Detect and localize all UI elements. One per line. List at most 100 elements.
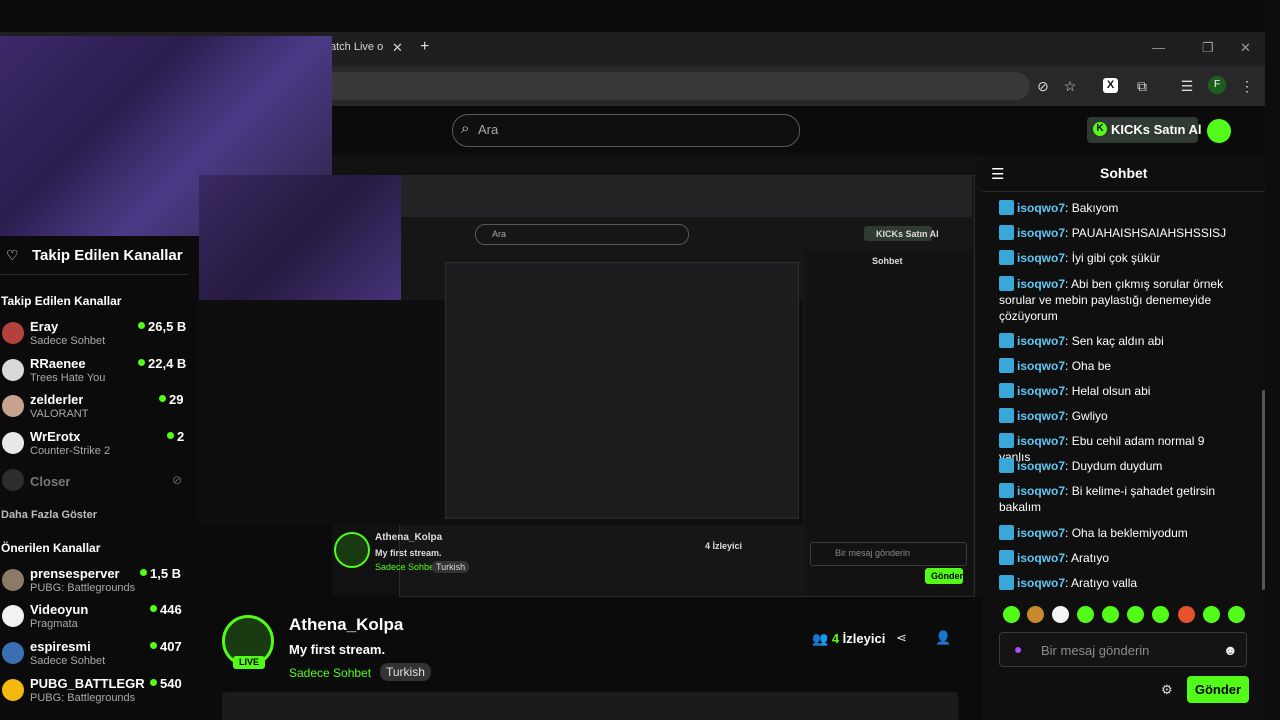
channel-name[interactable]: PUBG_BATTLEGR... [30,676,145,691]
channel-avatar[interactable] [2,322,24,344]
chat-username[interactable]: isoqwo7 [1017,484,1065,498]
viewer-count: 26,5 B [148,319,187,334]
chat-username[interactable]: isoqwo7 [1017,334,1065,348]
viewer-label: İzleyici [842,631,886,646]
collapse-chat-icon[interactable]: ☰ [991,165,1004,183]
channel-category: PUBG: Battlegrounds [30,692,136,704]
chat-username[interactable]: isoqwo7 [1017,526,1065,540]
extension-x-icon[interactable]: X [1103,78,1118,93]
emote-icon[interactable] [1127,606,1144,623]
nested-stream-title: My first stream. [375,548,442,558]
chat-username[interactable]: isoqwo7 [1017,551,1065,565]
chat-title: Sohbet [1100,165,1148,181]
nested-viewers: 4 İzleyici [705,541,743,551]
emote-icon[interactable] [1003,606,1020,623]
chat-username[interactable]: isoqwo7 [1017,201,1065,215]
channel-avatar[interactable] [2,642,24,664]
chat-text: Helal olsun abi [1071,384,1151,398]
chat-text: Sen kaç aldın abi [1071,334,1164,348]
chat-text: Duydum duydum [1071,459,1163,473]
emote-icon[interactable] [1228,606,1245,623]
live-dot-icon [150,642,157,649]
chat-username[interactable]: isoqwo7 [1017,226,1065,240]
browser-tab-title[interactable]: atch Live o [330,41,383,53]
new-tab-button[interactable]: + [420,38,429,56]
share-icon[interactable]: ⋖ [896,630,907,646]
channel-name[interactable]: WrErotx [30,429,80,444]
viewer-count: 407 [160,639,182,654]
channel-name[interactable]: prensesperver [30,566,120,581]
eye-off-icon[interactable]: ⊘ [1034,77,1052,95]
stream-category[interactable]: Sadece Sohbet [289,666,371,680]
chat-username[interactable]: isoqwo7 [1017,409,1065,423]
send-button[interactable]: Gönder [1187,676,1249,703]
language-tag[interactable]: Turkish [380,663,431,681]
emote-icon[interactable] [1052,606,1069,623]
emoji-picker-icon[interactable]: ☻ [1223,642,1238,658]
nested-streamer-avatar [334,532,370,568]
chat-message: isoqwo7: Sen kaç aldın abi [999,333,1239,349]
emote-icon[interactable] [1102,606,1119,623]
channel-name[interactable]: zelderler [30,392,83,407]
users-icon: 👥 [812,631,829,646]
streamer-name[interactable]: Athena_Kolpa [289,615,403,635]
chat-text: Aratıyo valla [1071,576,1138,590]
live-dot-icon [150,679,157,686]
reading-list-icon[interactable]: ☰ [1178,77,1196,95]
kick-logo-icon: K [1093,122,1107,136]
channel-avatar[interactable] [2,359,24,381]
chat-username[interactable]: isoqwo7 [1017,277,1065,291]
user-badge-icon [999,433,1014,448]
chat-username[interactable]: isoqwo7 [1017,251,1065,265]
channel-category: PUBG: Battlegrounds [30,582,136,594]
maximize-icon[interactable]: ❐ [1202,40,1214,56]
chat-username[interactable]: isoqwo7 [1017,384,1065,398]
user-avatar[interactable] [1207,119,1231,143]
channel-name[interactable]: RRaenee [30,356,86,371]
emote-icon[interactable] [1027,606,1044,623]
live-dot-icon [140,569,147,576]
channel-name[interactable]: espiresmi [30,639,91,654]
chat-username[interactable]: isoqwo7 [1017,434,1065,448]
show-more-link[interactable]: Daha Fazla Göster [1,509,97,521]
chat-settings-icon[interactable]: ⚙ [1161,682,1173,698]
channel-avatar[interactable] [2,432,24,454]
chat-username[interactable]: isoqwo7 [1017,576,1065,590]
emote-icon[interactable] [1152,606,1169,623]
emote-icon[interactable] [1178,606,1195,623]
offline-channel-name[interactable]: Closer [30,474,70,489]
user-badge-icon [999,333,1014,348]
close-window-icon[interactable]: ✕ [1240,40,1251,56]
channel-avatar[interactable] [2,679,24,701]
tab-close-icon[interactable]: ✕ [392,40,403,56]
chat-message: isoqwo7: Oha be [999,358,1239,374]
channel-name[interactable]: Videoyun [30,602,88,617]
chat-message: isoqwo7: Bakıyom [999,200,1239,216]
bookmark-star-icon[interactable]: ☆ [1061,77,1079,95]
live-dot-icon [167,432,174,439]
microphone-icon[interactable]: ● [1014,641,1022,657]
profile-avatar[interactable]: F [1208,76,1226,94]
emote-icon[interactable] [1077,606,1094,623]
follow-user-icon[interactable]: 👤 [935,630,951,646]
emote-icon[interactable] [1203,606,1220,623]
chat-message: isoqwo7: Oha la beklemiyodum [999,525,1239,541]
extensions-puzzle-icon[interactable]: ⧉ [1133,77,1151,95]
search-input[interactable] [452,114,800,147]
minimize-icon[interactable]: — [1152,40,1165,55]
viewer-count: 29 [169,392,184,407]
chat-message: isoqwo7: Bi kelime-i şahadet getirsin ba… [999,483,1216,514]
chat-username[interactable]: isoqwo7 [1017,359,1065,373]
chat-text: PAUAHAISHSAIAHSHSSISJ [1071,226,1227,240]
search-icon: ⌕ [461,120,470,137]
channel-name[interactable]: Eray [30,319,58,334]
channel-avatar[interactable] [2,395,24,417]
search-placeholder: Ara [478,122,499,137]
url-field[interactable] [330,72,1030,100]
chat-username[interactable]: isoqwo7 [1017,459,1065,473]
kebab-menu-icon[interactable]: ⋮ [1238,77,1256,95]
offline-channel-avatar[interactable] [2,469,24,491]
channel-category: VALORANT [30,408,89,420]
channel-avatar[interactable] [2,569,24,591]
channel-avatar[interactable] [2,605,24,627]
